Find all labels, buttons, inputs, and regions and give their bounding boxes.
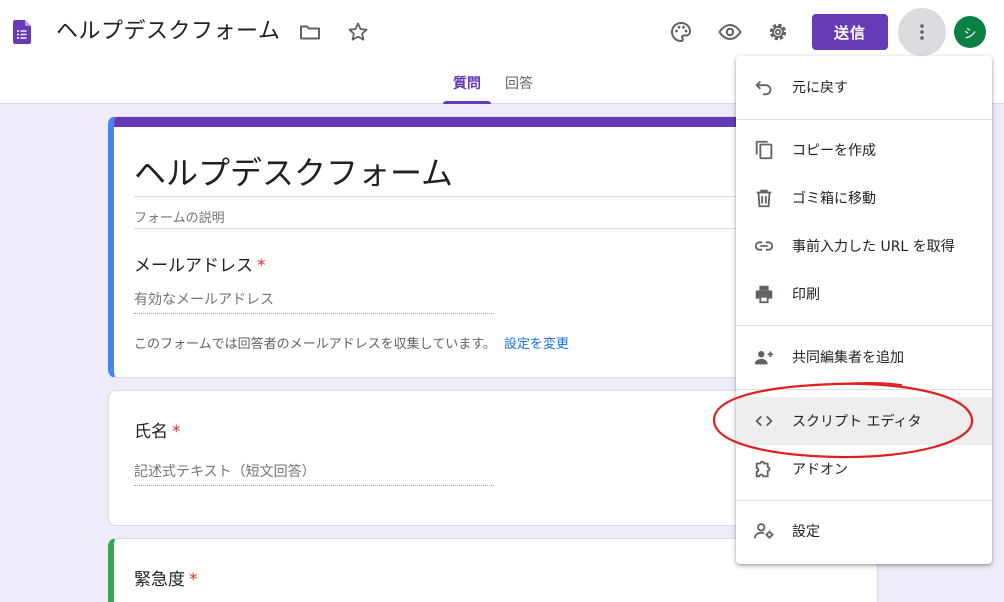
menu-item-settings[interactable]: 設定 <box>736 507 992 555</box>
more-options-menu: 元に戻す コピーを作成 ゴミ箱に移動 事前入力した URL を取得 印刷 共同編… <box>736 56 992 564</box>
code-icon <box>752 409 776 433</box>
menu-divider <box>736 389 992 390</box>
menu-item-label: スクリプト エディタ <box>792 414 922 430</box>
short-answer-placeholder: 記述式テキスト（短文回答） <box>134 464 316 480</box>
form-description-input[interactable]: フォームの説明 <box>134 207 225 226</box>
required-mark: * <box>172 422 181 442</box>
user-avatar[interactable]: シ <box>954 16 986 48</box>
menu-item-label: 事前入力した URL を取得 <box>792 239 955 255</box>
link-icon <box>752 234 776 258</box>
menu-item-label: 設定 <box>792 524 820 540</box>
email-label-text: メールアドレス <box>134 256 253 276</box>
answer-underline <box>134 485 494 486</box>
menu-divider <box>736 119 992 120</box>
menu-item-label: 共同編集者を追加 <box>792 350 904 366</box>
question-title: 氏名 <box>134 422 168 442</box>
document-title[interactable]: ヘルプデスクフォーム <box>56 16 280 48</box>
menu-item-label: コピーを作成 <box>792 143 876 159</box>
email-collection-note: このフォームでは回答者のメールアドレスを収集しています。 設定を変更 <box>134 333 569 352</box>
question-label: 氏名 * <box>134 417 181 442</box>
send-button[interactable]: 送信 <box>812 14 888 50</box>
menu-item-label: アドオン <box>792 462 848 478</box>
palette-icon[interactable] <box>661 12 701 52</box>
required-mark: * <box>189 570 198 590</box>
email-note-text: このフォームでは回答者のメールアドレスを収集しています。 <box>134 337 496 352</box>
tab-questions[interactable]: 質問 <box>443 72 491 104</box>
email-answer-placeholder: 有効なメールアドレス <box>134 292 274 308</box>
menu-item-script-editor[interactable]: スクリプト エディタ <box>736 397 992 445</box>
menu-item-print[interactable]: 印刷 <box>736 270 992 318</box>
menu-item-add-collaborators[interactable]: 共同編集者を追加 <box>736 333 992 381</box>
print-icon <box>752 282 776 306</box>
user-settings-icon <box>752 519 776 543</box>
menu-item-label: 印刷 <box>792 287 820 303</box>
add-collaborator-icon <box>752 345 776 369</box>
menu-item-undo[interactable]: 元に戻す <box>736 63 992 111</box>
trash-icon <box>752 186 776 210</box>
tab-questions-label: 質問 <box>453 76 481 92</box>
menu-item-label: 元に戻す <box>792 80 848 96</box>
puzzle-icon <box>752 457 776 481</box>
question-title: 緊急度 <box>134 570 185 590</box>
change-settings-link[interactable]: 設定を変更 <box>504 337 569 352</box>
required-mark: * <box>257 256 266 276</box>
more-vert-icon[interactable] <box>898 8 946 56</box>
menu-item-move-to-trash[interactable]: ゴミ箱に移動 <box>736 174 992 222</box>
menu-divider <box>736 500 992 501</box>
star-icon[interactable] <box>338 12 378 52</box>
question-label: 緊急度 * <box>134 565 198 590</box>
menu-item-make-copy[interactable]: コピーを作成 <box>736 126 992 174</box>
forms-doc-icon[interactable] <box>13 20 31 44</box>
menu-item-prefilled-url[interactable]: 事前入力した URL を取得 <box>736 222 992 270</box>
active-tab-indicator <box>443 101 491 104</box>
preview-eye-icon[interactable] <box>710 12 750 52</box>
menu-item-add-ons[interactable]: アドオン <box>736 445 992 493</box>
folder-icon[interactable] <box>290 12 330 52</box>
menu-item-label: ゴミ箱に移動 <box>792 191 876 207</box>
menu-divider <box>736 325 992 326</box>
settings-gear-icon[interactable] <box>758 12 798 52</box>
form-title[interactable]: ヘルプデスクフォーム <box>134 151 453 195</box>
undo-icon <box>752 75 776 99</box>
tab-responses[interactable]: 回答 <box>497 72 541 104</box>
answer-underline <box>134 313 494 314</box>
copy-icon <box>752 138 776 162</box>
email-question-label: メールアドレス * <box>134 251 266 276</box>
